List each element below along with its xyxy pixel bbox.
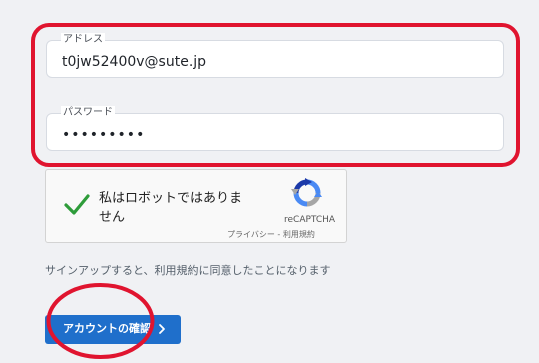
password-field[interactable]: パスワード (46, 106, 504, 151)
signup-page: アドレス パスワード 私はロボットではありません reCAPTCHA プライバシ… (0, 0, 539, 363)
recaptcha-logo-icon (291, 178, 322, 207)
password-label: パスワード (61, 106, 115, 120)
recaptcha-label: 私はロボットではありません (99, 191, 243, 225)
terms-link[interactable]: 利用規約 (283, 230, 315, 239)
agreement-text: サインアップすると、利用規約に同意したことになります (45, 264, 331, 277)
link-separator: - (277, 230, 281, 239)
recaptcha-widget[interactable]: 私はロボットではありません reCAPTCHA プライバシー - 利用規約 (45, 169, 347, 243)
recaptcha-brand: reCAPTCHA (284, 215, 336, 225)
recaptcha-links: プライバシー - 利用規約 (227, 229, 315, 240)
password-input[interactable] (62, 126, 493, 144)
privacy-link[interactable]: プライバシー (227, 230, 275, 239)
address-field[interactable]: アドレス (46, 33, 504, 78)
address-label: アドレス (61, 33, 105, 47)
confirm-account-button[interactable]: アカウントの確認 (45, 315, 181, 344)
confirm-account-label: アカウントの確認 (63, 322, 151, 335)
address-input[interactable] (62, 53, 493, 71)
chevron-right-icon (159, 324, 165, 334)
checkmark-icon[interactable] (63, 190, 91, 218)
